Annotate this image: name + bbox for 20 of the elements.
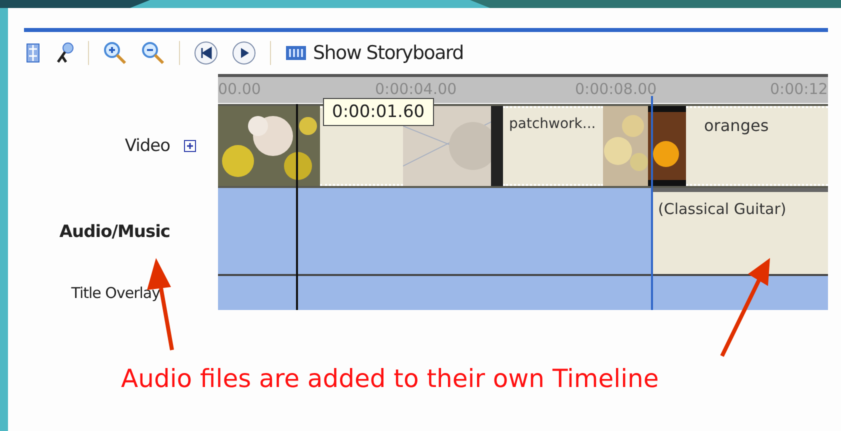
time-tick: 0:00:08.00 xyxy=(575,80,657,98)
track-label: Video xyxy=(124,136,170,156)
rewind-icon[interactable] xyxy=(194,41,218,65)
time-tick: 00.00 xyxy=(218,80,261,98)
video-clip[interactable]: patchwork... xyxy=(503,106,603,186)
microphone-icon[interactable] xyxy=(54,42,74,64)
zoom-in-icon[interactable] xyxy=(103,41,127,65)
expand-icon[interactable] xyxy=(184,140,196,152)
time-tooltip: 0:00:01.60 xyxy=(323,98,434,126)
time-tick: 0:00:04.00 xyxy=(375,80,457,98)
timeline-icon[interactable] xyxy=(26,43,40,63)
play-icon[interactable] xyxy=(232,41,256,65)
storyboard-icon xyxy=(285,44,307,62)
track-label: Audio/Music xyxy=(59,222,170,242)
track-label: Title Overlay xyxy=(71,284,160,302)
zoom-out-icon[interactable] xyxy=(141,41,165,65)
time-tick: 0:00:12 xyxy=(770,80,828,98)
annotation-text: Audio files are added to their own Timeline xyxy=(121,364,659,393)
show-storyboard-button[interactable]: Show Storyboard xyxy=(285,42,464,64)
video-clip[interactable]: oranges xyxy=(686,106,828,186)
